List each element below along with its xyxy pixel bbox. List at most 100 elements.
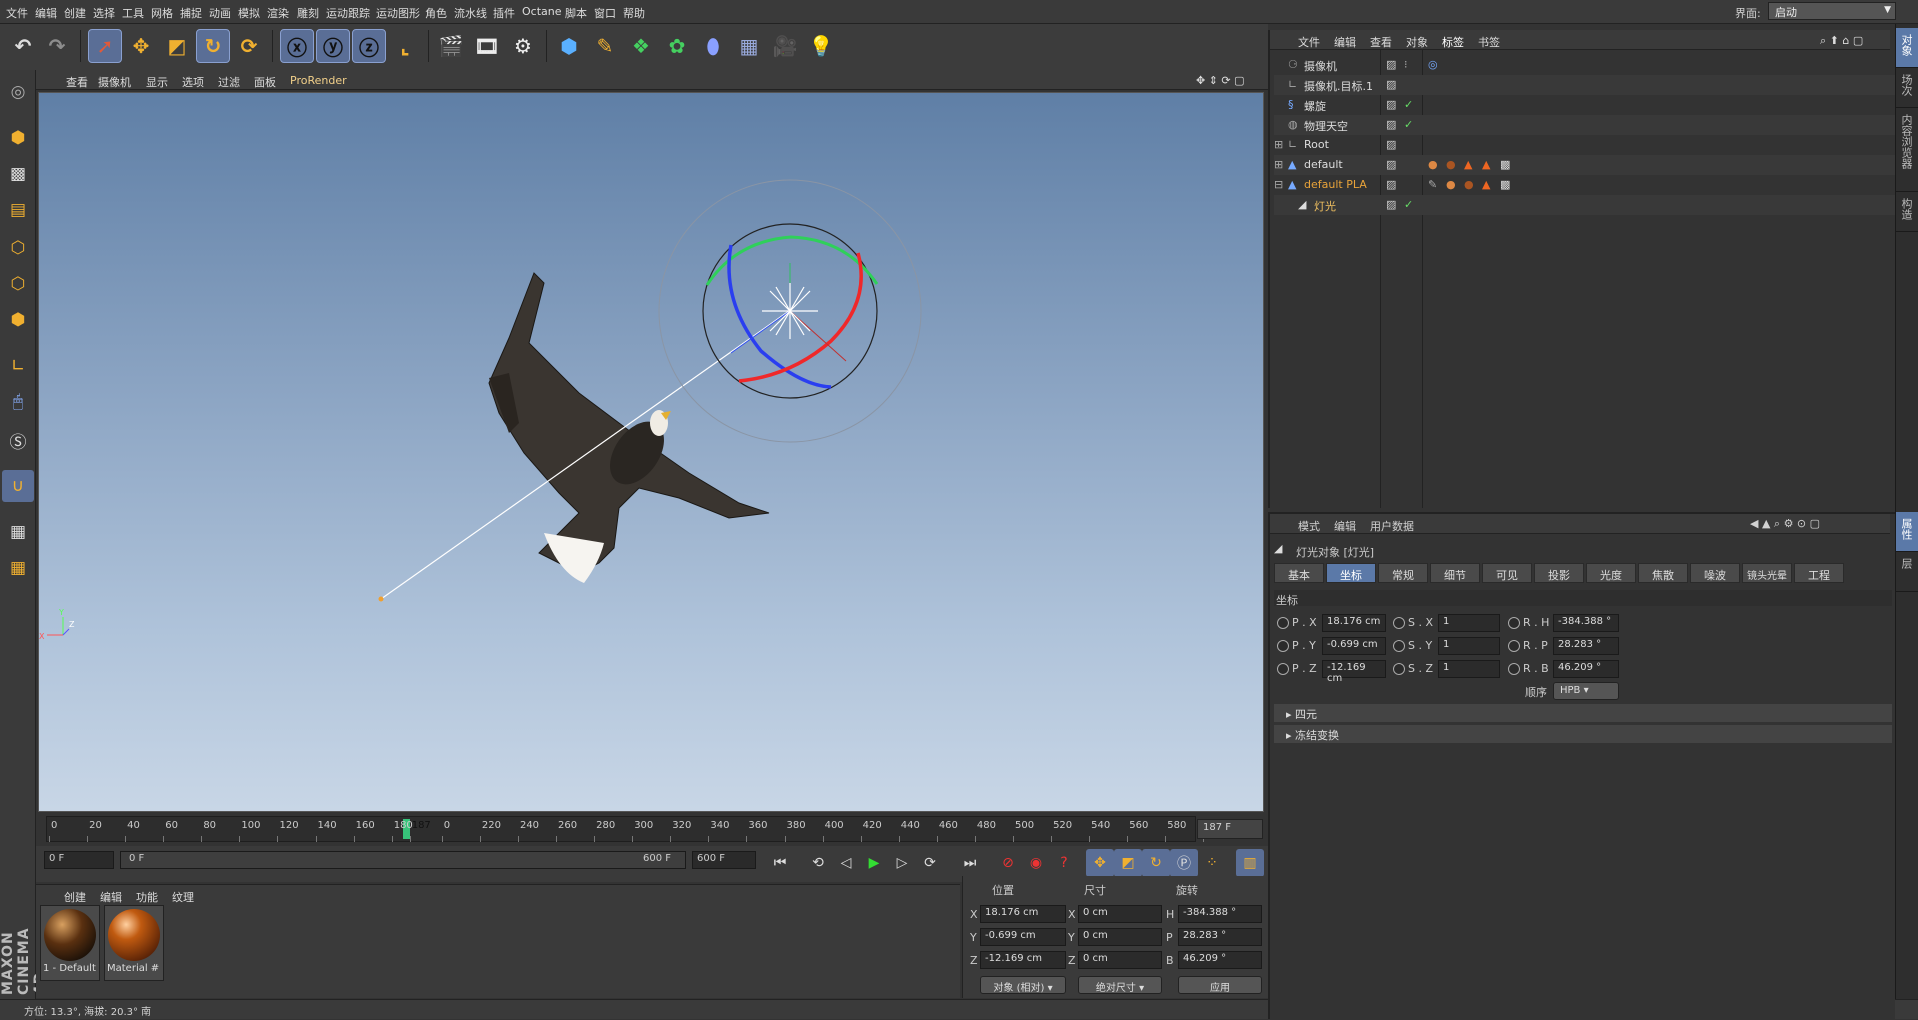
workplane-icon[interactable]: ▤ [2,194,34,226]
ik-tag-icon[interactable]: ✎ [1428,178,1442,192]
layout-select[interactable]: 启动 ▼ [1768,2,1896,20]
mat-menu-function[interactable]: 功能 [136,889,158,905]
collapse-icon[interactable]: ⊟ [1274,178,1288,192]
material-tag-icon[interactable]: ● [1464,178,1478,192]
key-toggle-radio[interactable] [1393,640,1405,652]
texture-tag-icon[interactable]: ▲ [1482,178,1496,192]
menu-snap[interactable]: 捕捉 [180,5,202,21]
cloner-icon[interactable]: ✿ [660,29,694,63]
vp-menu-view[interactable]: 查看 [66,74,88,90]
key-toggle-radio[interactable] [1393,663,1405,675]
tab-caustics[interactable]: 焦散 [1638,563,1688,583]
menu-mesh[interactable]: 网格 [151,5,173,21]
texture-mode-icon[interactable]: ▩ [2,158,34,190]
attr-sx-field[interactable]: 1 [1438,614,1500,632]
pos-x-field[interactable]: 18.176 cm [980,905,1066,923]
rotation-key-icon[interactable]: ↻ [1142,849,1170,877]
visibility-icon[interactable]: ▨ [1386,58,1400,72]
tab-coordinates[interactable]: 坐标 [1326,563,1376,583]
light-icon[interactable]: 💡 [804,29,838,63]
menu-render[interactable]: 渲染 [267,5,289,21]
expand-icon[interactable]: ⊞ [1274,158,1288,172]
record-icon[interactable]: ⊘ [994,849,1022,877]
pen-icon[interactable]: ✎ [588,29,622,63]
vp-menu-filter[interactable]: 过滤 [218,74,240,90]
mat-menu-create[interactable]: 创建 [64,889,86,905]
next-key-icon[interactable]: ⟳ [916,849,944,877]
material-tag-icon[interactable]: ● [1446,178,1460,192]
material-tag-icon[interactable]: ● [1446,158,1460,172]
menu-tools[interactable]: 工具 [122,5,144,21]
visibility-icon[interactable]: ▨ [1386,178,1400,192]
om-menu-edit[interactable]: 编辑 [1334,34,1356,50]
object-row-light[interactable]: ◢ 灯光 ▨ ✓ [1274,195,1896,215]
phong-tag-icon[interactable]: ▩ [1500,158,1514,172]
tab-noise[interactable]: 噪波 [1690,563,1740,583]
menu-help[interactable]: 帮助 [623,5,645,21]
target-tag-icon[interactable]: ⁝ [1404,58,1418,72]
vtab-structure[interactable]: 构造 [1896,192,1918,232]
tab-project[interactable]: 工程 [1794,563,1844,583]
visibility-icon[interactable]: ▨ [1386,158,1400,172]
recent-tool-icon[interactable]: ⟳ [232,29,266,63]
pos-z-field[interactable]: -12.169 cm [980,951,1066,969]
live-select-icon[interactable]: ➚ [88,29,122,63]
enabled-check-icon[interactable]: ✓ [1404,98,1418,112]
menu-mograph[interactable]: 运动图形 [376,5,420,21]
menu-select[interactable]: 选择 [93,5,115,21]
start-frame-field[interactable]: 0 F [44,851,114,869]
tab-general[interactable]: 常规 [1378,563,1428,583]
visibility-icon[interactable]: ▨ [1386,198,1400,212]
render-view-icon[interactable]: 🎬 [434,29,468,63]
om-menu-objects[interactable]: 对象 [1406,34,1428,50]
attr-py-field[interactable]: -0.699 cm [1322,637,1386,655]
next-frame-icon[interactable]: ▷ [888,849,916,877]
make-editable-icon[interactable]: ◎ [2,76,34,108]
menu-script[interactable]: 脚本 [565,5,587,21]
key-toggle-radio[interactable] [1508,617,1520,629]
mat-menu-edit[interactable]: 编辑 [100,889,122,905]
move-icon[interactable]: ✥ [124,29,158,63]
attr-pz-field[interactable]: -12.169 cm [1322,660,1386,684]
position-key-icon[interactable]: ✥ [1086,849,1114,877]
menu-simulate[interactable]: 模拟 [238,5,260,21]
om-menu-tags[interactable]: 标签 [1442,34,1464,50]
material-tag-icon[interactable]: ● [1428,158,1442,172]
mat-menu-texture[interactable]: 纹理 [172,889,194,905]
menu-character[interactable]: 角色 [425,5,447,21]
attr-sz-field[interactable]: 1 [1438,660,1500,678]
object-row-helix[interactable]: § 螺旋 ▨ ✓ [1274,95,1896,115]
vtab-attributes[interactable]: 属性 [1896,512,1918,552]
size-z-field[interactable]: 0 cm [1078,951,1162,969]
vp-menu-options[interactable]: 选项 [182,74,204,90]
key-toggle-radio[interactable] [1393,617,1405,629]
current-frame-field[interactable]: 187 F [1197,819,1263,839]
rot-p-field[interactable]: 28.283 ° [1178,928,1262,946]
coordinate-system-icon[interactable]: ⌞ [388,29,422,63]
edges-mode-icon[interactable]: ⬡ [2,268,34,300]
target-tag-icon[interactable]: ◎ [1428,58,1442,72]
material-swatch[interactable]: Material # [104,905,164,981]
pos-y-field[interactable]: -0.699 cm [980,928,1066,946]
object-row-camera-target[interactable]: ∟ 摄像机.目标.1 ▨ [1274,75,1896,95]
fold-quaternion[interactable]: ▸ 四元 [1274,704,1892,722]
texture-tag-icon[interactable]: ▲ [1482,158,1496,172]
redo-icon[interactable]: ↷ [40,29,74,63]
phong-tag-icon[interactable]: ▩ [1500,178,1514,192]
size-x-field[interactable]: 0 cm [1078,905,1162,923]
z-axis-lock-icon[interactable]: ⓩ [352,29,386,63]
menu-animate[interactable]: 动画 [209,5,231,21]
attr-rp-field[interactable]: 28.283 ° [1553,637,1619,655]
size-y-field[interactable]: 0 cm [1078,928,1162,946]
object-row-root[interactable]: ⊞ ∟ Root ▨ [1274,135,1896,155]
planar-workplane-icon[interactable]: ▦ [2,552,34,584]
timeline-ruler[interactable]: 0 20 40 60 80 100 120 140 160 180 187 0 220 240 260 280… [46,816,1224,842]
visibility-icon[interactable]: ▨ [1386,98,1400,112]
tab-basic[interactable]: 基本 [1274,563,1324,583]
model-mode-icon[interactable]: ⬢ [2,122,34,154]
attr-menu-user-data[interactable]: 用户数据 [1370,518,1414,534]
rot-h-field[interactable]: -384.388 ° [1178,905,1262,923]
om-search-icon[interactable]: ⌕ ⬆ ⌂ ▢ [1820,34,1863,48]
vtab-content-browser[interactable]: 内容浏览器 [1896,108,1918,192]
menu-octane[interactable]: Octane [522,5,562,18]
